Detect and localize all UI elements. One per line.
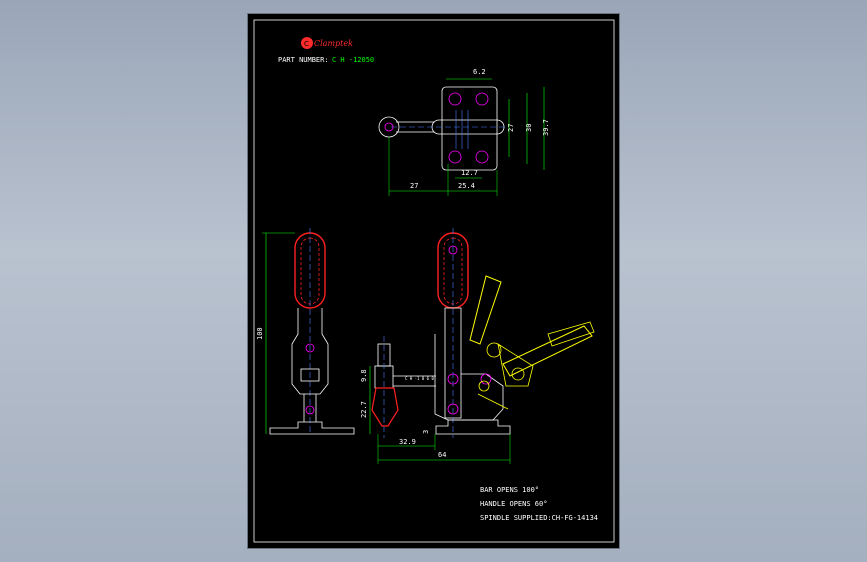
open-position-outline: [469, 275, 595, 410]
notes: BAR OPENS 100° HANDLE OPENS 60° SPINDLE …: [480, 486, 598, 522]
dim-side-3: 3: [422, 430, 430, 434]
note-bar-opens: BAR OPENS 100°: [480, 486, 539, 494]
spindle-tag: C H -1 0 6 0: [405, 376, 434, 381]
dim-side-64: 64: [438, 451, 446, 459]
dim-side-22.7: 22.7: [360, 401, 368, 418]
dim-top-27-vertical: 27: [507, 124, 515, 132]
dim-front-100: 100: [256, 327, 264, 340]
title-block: C Clamptek PART NUMBER: C H -12050: [278, 37, 374, 64]
note-handle-opens: HANDLE OPENS 60°: [480, 500, 547, 508]
dim-side-32.9: 32.9: [399, 438, 416, 446]
clamptek-logo-icon: C: [301, 37, 313, 49]
part-number-label: PART NUMBER:: [278, 56, 329, 64]
dim-top-27-horizontal: 27: [410, 182, 418, 190]
dim-top-25.4: 25.4: [458, 182, 475, 190]
brand-name: Clamptek: [314, 39, 353, 48]
dim-top-30: 30: [525, 124, 533, 132]
front-view: 100: [256, 228, 355, 435]
sheet-border: [253, 19, 615, 543]
dim-side-9.8: 9.8: [360, 369, 368, 382]
logo-mark: C: [304, 40, 309, 48]
drawing-canvas: C Clamptek PART NUMBER: C H -12050 6.2 2…: [253, 19, 615, 543]
note-spindle-supplied: SPINDLE SUPPLIED:CH-FG-14134: [480, 514, 598, 522]
dim-top-12.7: 12.7: [461, 169, 478, 177]
drawing-sheet: C Clamptek PART NUMBER: C H -12050 6.2 2…: [247, 13, 620, 549]
side-view: C H -1 0 6 0 9.8 22.7 3 32.9 64: [360, 228, 595, 464]
top-view: 6.2 27 30 39.7 12.7 27 25.4: [378, 68, 550, 196]
dim-top-39.7: 39.7: [542, 119, 550, 136]
dim-top-6.2: 6.2: [473, 68, 486, 76]
part-number-value: C H -12050: [332, 56, 374, 64]
